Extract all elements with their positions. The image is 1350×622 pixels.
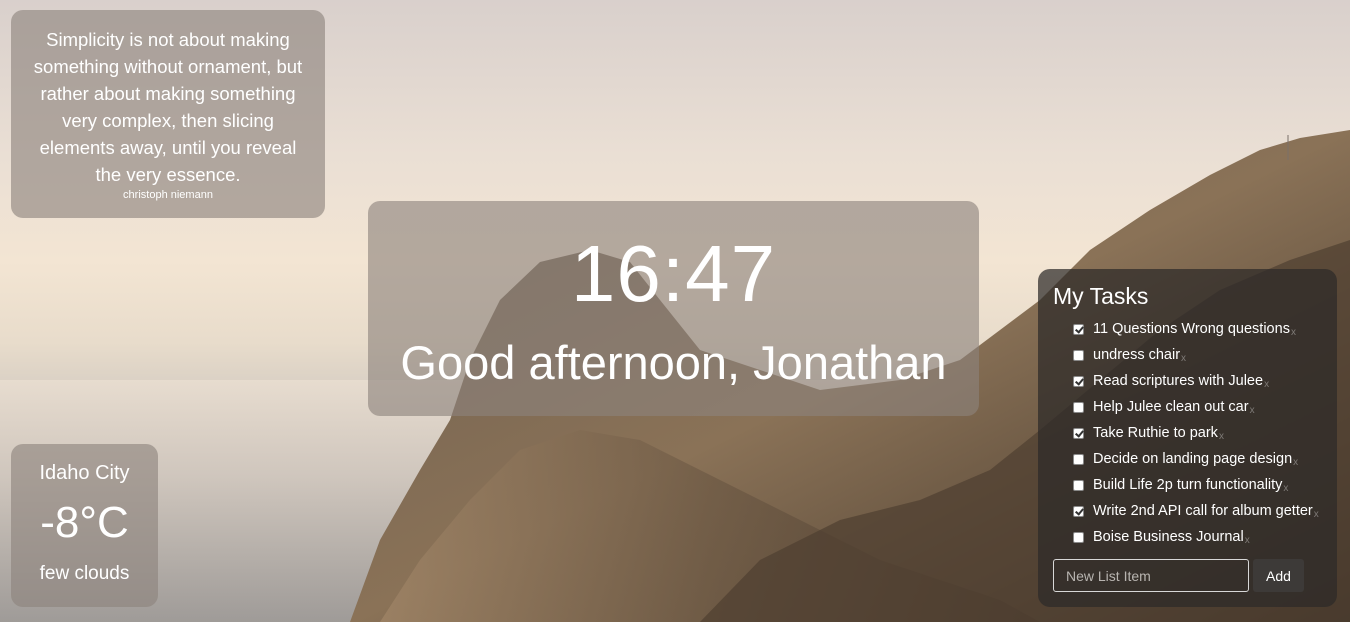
task-checkbox[interactable]: [1073, 531, 1084, 543]
task-label: Decide on landing page design: [1093, 451, 1293, 467]
weather-description: few clouds: [39, 563, 130, 584]
task-item: Boise Business Journal x: [1073, 524, 1322, 550]
tasks-panel: My Tasks 11 Questions Wrong questions x …: [1038, 269, 1337, 607]
close-icon[interactable]: x: [1291, 327, 1296, 338]
clock-time: 16:47: [570, 229, 777, 318]
task-list: 11 Questions Wrong questions x undress c…: [1053, 316, 1322, 550]
task-checkbox[interactable]: [1073, 375, 1084, 387]
task-checkbox[interactable]: [1073, 349, 1084, 361]
task-label: Read scriptures with Julee: [1093, 373, 1264, 389]
quote-text: Simplicity is not about making something…: [33, 29, 303, 185]
task-item: Decide on landing page design x: [1073, 446, 1322, 472]
task-item: Read scriptures with Julee x: [1073, 368, 1322, 394]
close-icon[interactable]: x: [1293, 457, 1298, 468]
close-icon[interactable]: x: [1245, 535, 1250, 546]
task-checkbox[interactable]: [1073, 427, 1084, 439]
task-item: Take Ruthie to park x: [1073, 420, 1322, 446]
task-label: 11 Questions Wrong questions: [1093, 321, 1290, 337]
close-icon[interactable]: x: [1250, 405, 1255, 416]
clock-panel: 16:47 Good afternoon, Jonathan: [368, 201, 979, 416]
greeting-text: Good afternoon, Jonathan: [400, 336, 947, 389]
task-label: Build Life 2p turn functionality: [1093, 477, 1283, 493]
task-item: 11 Questions Wrong questions x: [1073, 316, 1322, 342]
task-checkbox[interactable]: [1073, 453, 1084, 465]
close-icon[interactable]: x: [1283, 483, 1288, 494]
task-label: Write 2nd API call for album getter: [1093, 503, 1313, 519]
task-item: Write 2nd API call for album getter x: [1073, 498, 1322, 524]
close-icon[interactable]: x: [1264, 379, 1269, 390]
task-checkbox[interactable]: [1073, 401, 1084, 413]
task-item: undress chair x: [1073, 342, 1322, 368]
task-checkbox[interactable]: [1073, 323, 1084, 335]
close-icon[interactable]: x: [1314, 509, 1319, 520]
close-icon[interactable]: x: [1181, 353, 1186, 364]
close-icon[interactable]: x: [1219, 431, 1224, 442]
task-label: undress chair: [1093, 347, 1181, 363]
quote-author: christoph niemann: [123, 189, 213, 201]
weather-city: Idaho City: [39, 462, 130, 484]
tasks-title: My Tasks: [1053, 283, 1149, 309]
new-item-input[interactable]: [1053, 559, 1249, 592]
task-label: Boise Business Journal: [1093, 529, 1244, 545]
weather-temperature: -8°C: [40, 498, 129, 547]
quote-panel: Simplicity is not about making something…: [11, 10, 325, 218]
task-label: Help Julee clean out car: [1093, 399, 1249, 415]
task-label: Take Ruthie to park: [1093, 425, 1218, 441]
task-item: Build Life 2p turn functionality x: [1073, 472, 1322, 498]
weather-panel: Idaho City -8°C few clouds: [11, 444, 158, 607]
task-checkbox[interactable]: [1073, 505, 1084, 517]
task-item: Help Julee clean out car x: [1073, 394, 1322, 420]
add-button[interactable]: Add: [1253, 559, 1304, 592]
add-item-row: Add: [1053, 559, 1322, 592]
task-checkbox[interactable]: [1073, 479, 1084, 491]
